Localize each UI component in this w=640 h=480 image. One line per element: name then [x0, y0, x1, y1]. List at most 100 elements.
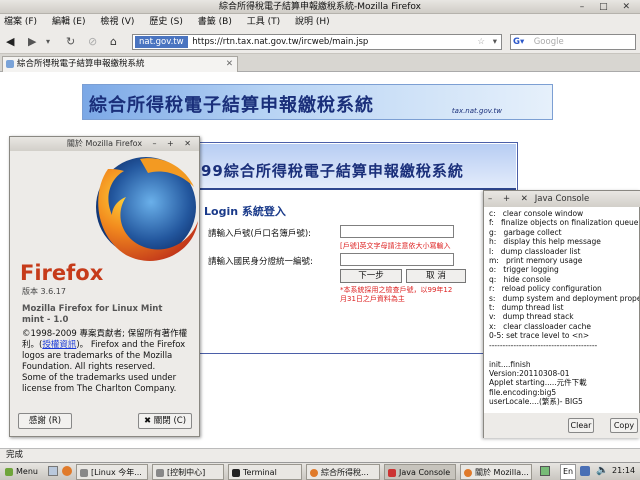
- taskbar-item-firefox[interactable]: 綜合所得稅...: [306, 464, 380, 480]
- menu-history[interactable]: 歷史 (S): [149, 17, 183, 27]
- show-desktop-icon[interactable]: [48, 466, 58, 476]
- page-banner: 綜合所得稅電子結算申報繳稅系統 tax.nat.gov.tw: [82, 84, 553, 120]
- copyright-line-2a: 利。(: [22, 340, 43, 350]
- taskbar-item-control-center[interactable]: [控制中心]: [152, 464, 224, 480]
- product-line-2: mint - 1.0: [22, 315, 69, 325]
- status-bar: 完成: [0, 448, 640, 462]
- back-icon[interactable]: ◀: [6, 35, 14, 48]
- menu-bar: 檔案 (F) 編輯 (E) 檢視 (V) 歷史 (S) 書籤 (B) 工具 (T…: [0, 14, 640, 30]
- terminal-icon: [232, 469, 240, 477]
- about-window-controls[interactable]: – + ✕: [153, 137, 196, 151]
- menu-tools[interactable]: 工具 (T): [247, 17, 280, 27]
- copyright-line-3: logos are trademarks of the Mozilla: [22, 351, 173, 361]
- national-id-input[interactable]: [340, 253, 454, 266]
- close-button-label: 關閉 (C): [153, 416, 187, 426]
- bookmark-star-icon[interactable]: ☆: [477, 35, 485, 49]
- banner-domain: tax.nat.gov.tw: [451, 107, 502, 115]
- copyright-line-2: 利。(授權資訊)。 Firefox and the Firefox: [22, 340, 198, 351]
- next-button[interactable]: 下一步: [340, 269, 402, 283]
- forward-icon[interactable]: ▶: [28, 35, 36, 48]
- site-identity-badge[interactable]: nat.gov.tw: [135, 36, 188, 48]
- firefox-launcher-icon[interactable]: [62, 466, 72, 476]
- window-title: 綜合所得稅電子結算申報繳稅系統-Mozilla Firefox: [219, 2, 421, 12]
- product-info: Mozilla Firefox for Linux Mint mint - 1.…: [22, 304, 162, 326]
- reload-icon[interactable]: ↻: [66, 35, 75, 48]
- clock[interactable]: 21:14: [612, 463, 635, 479]
- java-console-output[interactable]: c: clear console window f: finalize objec…: [489, 209, 639, 409]
- console-line: 0-5: set trace level to <n>: [489, 331, 590, 341]
- window-icon: [80, 469, 88, 477]
- update-manager-icon[interactable]: [580, 466, 590, 476]
- search-engine-icon[interactable]: G▾: [511, 35, 531, 49]
- keyboard-layout-indicator[interactable]: En: [560, 464, 577, 480]
- console-line: userLocale....(繁系)- BIG5: [489, 397, 583, 407]
- console-line: q: hide console: [489, 274, 551, 284]
- about-title: 關於 Mozilla Firefox: [66, 139, 143, 148]
- household-id-note: [戶號]英文字母請注意依大小寫輸入: [340, 242, 451, 250]
- copyright-text: ©1998-2009 專案貢獻者; 保留所有著作權 利。(授權資訊)。 Fire…: [22, 329, 198, 395]
- cancel-button[interactable]: 取 消: [406, 269, 466, 283]
- search-placeholder: Google: [533, 37, 564, 47]
- menu-help[interactable]: 說明 (H): [295, 17, 330, 27]
- taskbar-item-about-firefox[interactable]: 關於 Mozilla...: [460, 464, 532, 480]
- network-icon[interactable]: [540, 466, 550, 476]
- home-icon[interactable]: ⌂: [110, 35, 117, 48]
- license-info-link[interactable]: 授權資訊: [42, 340, 76, 350]
- taskbar-item-java-console[interactable]: Java Console: [384, 464, 456, 480]
- copyright-line-5: Some of the trademarks used under: [22, 373, 177, 383]
- console-line: g: garbage collect: [489, 227, 562, 237]
- window-icon: [156, 469, 164, 477]
- firefox-logo-icon: [96, 157, 198, 261]
- tab-close-icon[interactable]: ✕: [226, 57, 233, 71]
- tab-tax-system[interactable]: 綜合所得稅電子結算申報繳稅系統 ✕: [2, 56, 238, 72]
- url-bar[interactable]: nat.gov.tw https://rtn.tax.nat.gov.tw/ir…: [132, 34, 502, 50]
- java-console-footer: Clear Copy: [484, 413, 640, 438]
- tab-favicon-icon: [6, 60, 14, 68]
- url-dropdown-icon[interactable]: ▾: [493, 35, 497, 49]
- console-line: l: dump classloader list: [489, 246, 581, 256]
- window-controls[interactable]: – □ ✕: [580, 0, 636, 14]
- volume-icon[interactable]: 🔈: [596, 463, 608, 479]
- start-menu-button[interactable]: Menu: [2, 464, 44, 480]
- java-icon: [388, 469, 396, 477]
- taskbar-item-label: Terminal: [243, 468, 277, 477]
- about-title-bar: 關於 Mozilla Firefox – + ✕: [10, 137, 199, 151]
- household-id-input[interactable]: [340, 225, 454, 238]
- copyright-line-4: Foundation. All rights reserved.: [22, 362, 156, 372]
- java-console-window-controls[interactable]: – + ✕: [488, 191, 532, 207]
- credits-button[interactable]: 感謝 (R): [18, 413, 72, 429]
- taskbar: Menu [Linux 今年... [控制中心] Terminal 綜合所得稅.…: [0, 462, 640, 480]
- stop-icon[interactable]: ⊘: [88, 35, 97, 48]
- console-line: file.encoding:big5: [489, 387, 557, 397]
- login-title: Login 系統登入: [204, 205, 286, 218]
- clear-button[interactable]: Clear: [568, 418, 594, 433]
- start-menu-label: Menu: [16, 467, 38, 476]
- console-line: h: display this help message: [489, 237, 601, 247]
- copy-button[interactable]: Copy: [610, 418, 638, 433]
- history-dropdown-icon[interactable]: ▾: [46, 37, 50, 46]
- menu-view[interactable]: 檢視 (V): [100, 17, 134, 27]
- java-console-title-bar: – + ✕ Java Console: [484, 191, 640, 207]
- console-line: Version:20110308-01: [489, 368, 570, 378]
- household-id-label: 請輸入戶號(戶口名簿戶號):: [208, 229, 311, 239]
- console-line: c: clear console window: [489, 209, 584, 218]
- menu-edit[interactable]: 編輯 (E): [52, 17, 86, 27]
- firefox-wordmark: Firefox: [20, 261, 104, 285]
- menu-bookmarks[interactable]: 書籤 (B): [198, 17, 232, 27]
- taskbar-item-terminal[interactable]: Terminal: [228, 464, 302, 480]
- url-text: https://rtn.tax.nat.gov.tw/ircweb/main.j…: [192, 37, 369, 47]
- taskbar-item-linux[interactable]: [Linux 今年...: [76, 464, 148, 480]
- menu-file[interactable]: 檔案 (F): [4, 17, 37, 27]
- firefox-icon: [310, 469, 318, 477]
- taskbar-item-label: 綜合所得稅...: [321, 468, 369, 477]
- search-box[interactable]: G▾ Google: [510, 34, 636, 50]
- console-line: f: finalize objects on finalization queu…: [489, 218, 639, 228]
- product-line-1: Mozilla Firefox for Linux Mint: [22, 304, 163, 314]
- close-button[interactable]: ✖ 關閉 (C): [138, 413, 192, 429]
- taskbar-item-label: 關於 Mozilla...: [475, 468, 529, 477]
- console-line: o: trigger logging: [489, 265, 559, 275]
- banner-title: 綜合所得稅電子結算申報繳稅系統: [89, 95, 374, 116]
- window-title-bar: 綜合所得稅電子結算申報繳稅系統-Mozilla Firefox – □ ✕: [0, 0, 640, 14]
- close-icon: ✖: [143, 416, 152, 426]
- copyright-line-1: ©1998-2009 專案貢獻者; 保留所有著作權: [22, 329, 188, 339]
